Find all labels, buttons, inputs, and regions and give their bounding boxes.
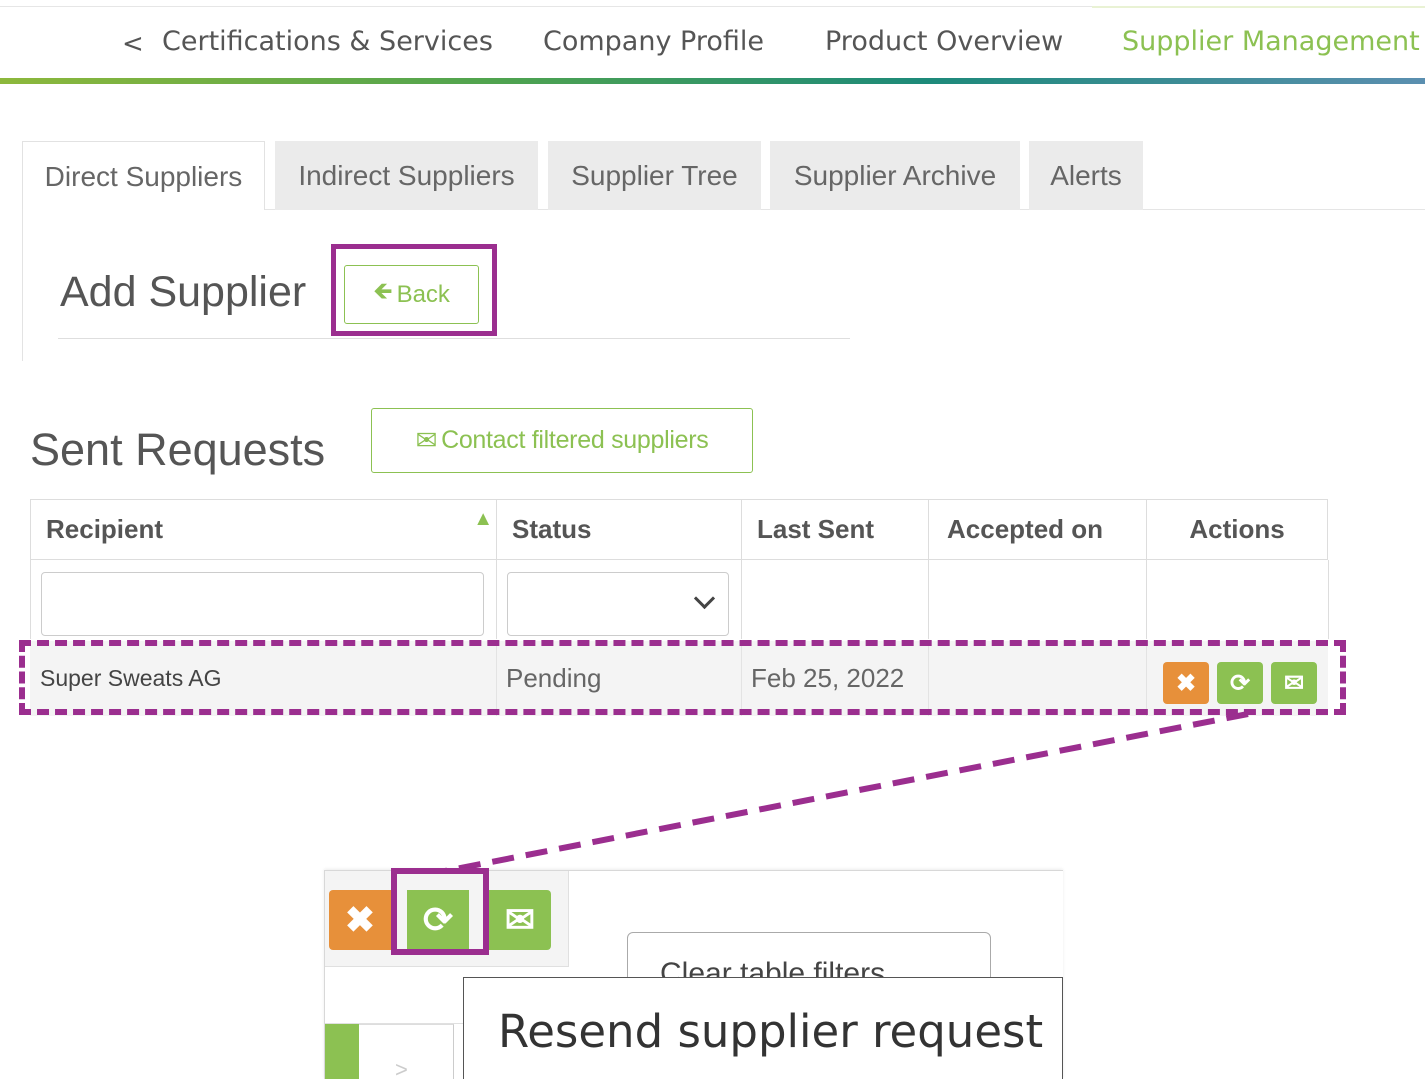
highlight-refresh-button: [391, 868, 489, 955]
column-header-status[interactable]: Status: [496, 499, 741, 560]
filter-border: [30, 560, 31, 639]
divider: [58, 338, 850, 339]
nav-company-profile[interactable]: Company Profile: [543, 26, 764, 57]
tab-indirect-suppliers[interactable]: Indirect Suppliers: [275, 141, 538, 210]
tab-supplier-archive[interactable]: Supplier Archive: [770, 141, 1020, 210]
times-icon: ✖: [344, 899, 376, 940]
contact-supplier-button-zoomed[interactable]: ✉: [489, 890, 551, 950]
column-header-accepted-on[interactable]: Accepted on: [928, 499, 1146, 560]
status-filter-select[interactable]: [507, 572, 729, 636]
contact-filtered-suppliers-button[interactable]: ✉ Contact filtered suppliers: [371, 408, 753, 473]
nav-certifications[interactable]: Certifications & Services: [162, 26, 493, 57]
top-navigation: < Certifications & Services Company Prof…: [0, 0, 1425, 85]
inset-green-block: [325, 1024, 359, 1079]
highlight-back-button: [331, 244, 497, 336]
filter-border: [1328, 560, 1329, 639]
panel-border: [22, 209, 23, 361]
chevron-left-icon[interactable]: <: [122, 29, 144, 59]
column-header-last-sent[interactable]: Last Sent: [741, 499, 928, 560]
sent-requests-title: Sent Requests: [30, 424, 326, 475]
filter-border: [496, 560, 497, 639]
contact-button-label: Contact filtered suppliers: [441, 426, 709, 454]
nav-product-overview[interactable]: Product Overview: [825, 26, 1063, 57]
filter-border: [928, 560, 929, 639]
sort-ascending-icon: ▲: [473, 508, 493, 530]
filter-border: [741, 560, 742, 639]
envelope-icon: ✉: [504, 899, 536, 940]
highlight-row: [19, 640, 1346, 715]
nav-supplier-management[interactable]: Supplier Management: [1092, 6, 1425, 57]
recipient-filter-input[interactable]: [41, 572, 484, 636]
tab-supplier-tree[interactable]: Supplier Tree: [548, 141, 761, 210]
tab-direct-suppliers[interactable]: Direct Suppliers: [22, 141, 265, 210]
delete-request-button-zoomed[interactable]: ✖: [329, 890, 391, 950]
column-header-recipient[interactable]: Recipient ▲: [30, 499, 496, 560]
tab-alerts[interactable]: Alerts: [1029, 141, 1143, 210]
nav-gradient-bar: [0, 78, 1425, 84]
envelope-icon: ✉: [415, 425, 438, 455]
add-supplier-title: Add Supplier: [60, 268, 307, 316]
column-header-actions: Actions: [1146, 499, 1328, 560]
arrow-right-icon: >: [395, 1057, 408, 1079]
filter-border: [1146, 560, 1147, 639]
column-label: Recipient: [46, 514, 164, 544]
resend-tooltip: Resend supplier request: [463, 977, 1063, 1079]
chevron-down-icon: [693, 587, 716, 610]
